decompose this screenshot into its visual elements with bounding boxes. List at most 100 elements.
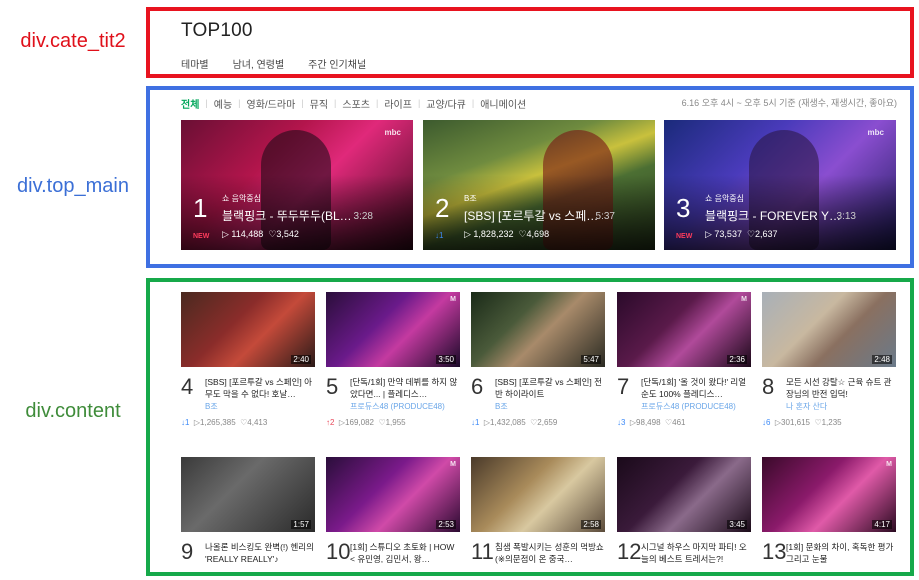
rank-number: 12: [617, 539, 642, 564]
video-card-9[interactable]: 1:57 9 나올론 비스킹도 완벽(!) 헨리의 'REALLY REALLY…: [181, 457, 315, 564]
rank-change: ↓1: [471, 418, 480, 427]
video-card-10[interactable]: M 2:53 10 [1회] 스튜디오 초토화 | HOW < 유민영, 김민서…: [326, 457, 460, 564]
video-title: [SBS] [포르투갈 vs 스페인] 전반 하이라이트: [495, 377, 602, 399]
like-count: ♡1,235: [814, 418, 842, 427]
tab-weekly-channel[interactable]: 주간 인기채널: [308, 56, 366, 71]
video-title: 블랙핑크 - FOREVER Y…: [705, 209, 841, 223]
broadcaster-logo: M: [741, 296, 747, 303]
video-card-12[interactable]: 3:45 12 시그널 하우스 마지막 파티! 오늘의 베스트 트레서는?!: [617, 457, 751, 564]
duration: 2:48: [872, 355, 892, 364]
filter-divider: |: [471, 98, 475, 108]
thumbnail-image: M 2:53: [326, 457, 460, 532]
video-stats: ↓3 ▷98,498 ♡461: [617, 418, 686, 427]
channel-name: 쇼 음악중심: [705, 194, 745, 203]
video-stats: ↓6 ▷301,615 ♡1,235: [762, 418, 842, 427]
video-title: 시그널 하우스 마지막 파티! 오늘의 베스트 트레서는?!: [641, 542, 747, 564]
thumbnail-image: M 4:17: [762, 457, 896, 532]
play-count: ▷169,082: [338, 418, 374, 427]
video-title: [SBS] [포르투갈 vs 스페…: [464, 209, 599, 223]
top-card-2[interactable]: 2 ↓1 B조 [SBS] [포르투갈 vs 스페… 5:37 ▷ 1,828,…: [423, 120, 655, 250]
video-card-5[interactable]: M 3:50 5 [단독/1회] 만약 데뷔를 하지 않았다면... | 플레디…: [326, 292, 460, 427]
thumbnail-image: 3:45: [617, 457, 751, 532]
top-card-1[interactable]: mbc 1 NEW 쇼 음악중심 블랙핑크 - 뚜두뚜두(BL… 3:28 ▷ …: [181, 120, 413, 250]
rank-change: ↑2: [326, 418, 335, 427]
channel-name: 쇼 음악중심: [222, 194, 262, 203]
page-root: div.cate_tit2 div.top_main div.content T…: [0, 0, 919, 580]
new-badge: NEW: [193, 233, 210, 240]
rank-number: 3: [676, 193, 691, 223]
rank-change: ↓3: [617, 418, 626, 427]
rank-number: 2: [435, 193, 450, 223]
tab-gender-age[interactable]: 남녀, 연령별: [233, 56, 285, 71]
rank-number: 9: [181, 539, 194, 564]
channel-link[interactable]: 나 혼자 산다: [786, 401, 827, 412]
filter-life[interactable]: 라이프: [384, 96, 412, 111]
video-card-4[interactable]: 2:40 4 [SBS] [포르투갈 vs 스페인] 아무도 막을 수 없다! …: [181, 292, 315, 427]
filter-sports[interactable]: 스포츠: [342, 96, 370, 111]
video-card-13[interactable]: M 4:17 13 [1회] 문화의 차이, 혹독한 평가 그리고 눈물: [762, 457, 896, 564]
video-card-11[interactable]: 2:58 11 침샘 폭발시키는 성훈의 먹방쇼 (※의문점이 온 중국…: [471, 457, 605, 564]
filter-divider: |: [238, 98, 241, 108]
page-title: TOP100: [181, 20, 253, 41]
label-cate-tit2: div.cate_tit2: [20, 30, 126, 52]
video-stats: ↓1 ▷1,265,385 ♡4,413: [181, 418, 267, 427]
channel-link[interactable]: B조: [205, 401, 218, 412]
thumbnail-image: 2:48: [762, 292, 896, 367]
like-count: ♡2,637: [746, 229, 778, 239]
channel-link[interactable]: 프로듀스48 (PRODUCE48): [350, 401, 445, 412]
tab-theme[interactable]: 테마별: [181, 56, 209, 71]
filter-music[interactable]: 뮤직: [310, 96, 328, 111]
broadcaster-logo: M: [886, 461, 892, 468]
thumbnail-image: 2:40: [181, 292, 315, 367]
like-count: ♡4,413: [240, 418, 268, 427]
rank-number: 7: [617, 374, 630, 399]
filter-all[interactable]: 전체: [181, 96, 199, 111]
filter-bar: 전체 | 예능 | 영화/드라마 | 뮤직 | 스포츠 | 라이프 | 교양/다…: [181, 96, 897, 111]
broadcaster-logo: M: [450, 296, 456, 303]
top-card-3[interactable]: mbc 3 NEW 쇼 음악중심 블랙핑크 - FOREVER Y… 3:13 …: [664, 120, 896, 250]
ranking-time-note: 6.16 오후 4시 ~ 오후 5시 기준 (재생수, 재생시간, 좋아요): [681, 98, 897, 108]
filter-drama[interactable]: 영화/드라마: [247, 96, 296, 111]
video-card-6[interactable]: 5:47 6 [SBS] [포르투갈 vs 스페인] 전반 하이라이트 B조 ↓…: [471, 292, 605, 427]
channel-name: B조: [464, 194, 477, 203]
duration: 5:47: [581, 355, 601, 364]
rank-number: 5: [326, 374, 339, 399]
duration: 3:50: [436, 355, 456, 364]
filter-animation[interactable]: 애니메이션: [480, 96, 526, 111]
video-stats: ↑2 ▷169,082 ♡1,955: [326, 418, 406, 427]
video-title: [단독/1회] '올 것이 왔다!' 리얼 순도 100% 플레디스…: [641, 377, 747, 399]
duration: 2:53: [436, 520, 456, 529]
filter-divider: |: [301, 98, 304, 108]
play-count: ▷ 114,488: [222, 229, 264, 239]
rank-change: ↓6: [762, 418, 771, 427]
video-card-7[interactable]: M 2:36 7 [단독/1회] '올 것이 왔다!' 리얼 순도 100% 플…: [617, 292, 751, 427]
play-count: ▷ 1,828,232: [464, 229, 514, 239]
rank-number: 6: [471, 374, 484, 399]
rank-number: 1: [193, 193, 208, 223]
video-stats: ▷ 114,488 ♡3,542: [222, 229, 299, 240]
video-title: 나올론 비스킹도 완벽(!) 헨리의 'REALLY REALLY'♪: [205, 542, 314, 564]
broadcaster-logo: M: [450, 461, 456, 468]
rank-number: 4: [181, 374, 194, 399]
filter-entertainment[interactable]: 예능: [214, 96, 232, 111]
like-count: ♡1,955: [378, 418, 406, 427]
channel-link[interactable]: B조: [495, 401, 508, 412]
label-content: div.content: [25, 400, 121, 422]
like-count: ♡4,698: [518, 229, 550, 239]
duration: 2:58: [581, 520, 601, 529]
duration: 3:13: [836, 211, 856, 222]
like-count: ♡3,542: [268, 229, 299, 239]
new-badge: NEW: [676, 233, 693, 240]
thumbnail-image: M 2:36: [617, 292, 751, 367]
rank-number: 13: [762, 539, 787, 564]
duration: 2:40: [291, 355, 311, 364]
filter-divider: |: [205, 98, 208, 108]
thumbnail-image: 1:57: [181, 457, 315, 532]
channel-link[interactable]: 프로듀스48 (PRODUCE48): [641, 401, 736, 412]
filter-divider: |: [334, 98, 337, 108]
video-card-8[interactable]: 2:48 8 모든 시선 강탈☆ 근육 슈트 관장님의 반전 입덕! 나 혼자 …: [762, 292, 896, 427]
broadcaster-logo: mbc: [384, 128, 401, 137]
thumbnail-image: 2:58: [471, 457, 605, 532]
video-stats: ▷ 1,828,232 ♡4,698: [464, 229, 549, 240]
filter-docu[interactable]: 교양/다큐: [426, 96, 466, 111]
